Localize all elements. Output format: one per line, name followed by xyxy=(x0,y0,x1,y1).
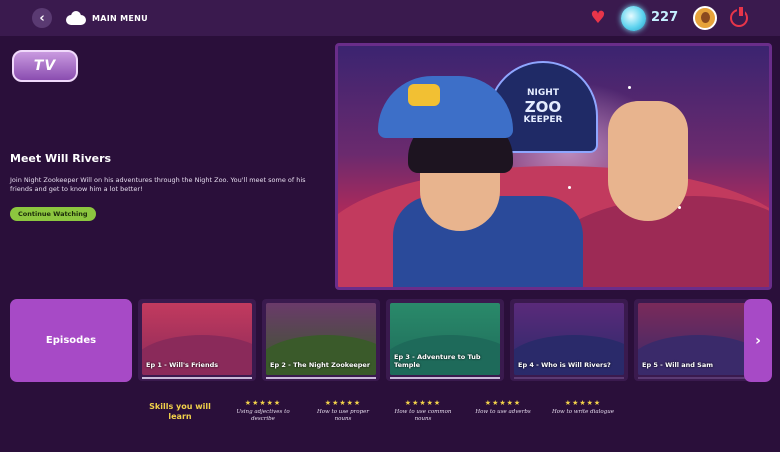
skill-label: How to use proper nouns xyxy=(316,409,370,422)
episode-progress xyxy=(638,377,748,379)
continue-watching-button[interactable]: Continue Watching xyxy=(10,207,96,221)
skill-item: ★★★★★ Using adjectives to describe xyxy=(230,399,296,423)
skill-item: ★★★★★ How to use common nouns xyxy=(390,399,456,423)
episode-progress xyxy=(266,377,376,379)
show-logo-line: KEEPER xyxy=(523,115,563,125)
skill-label: How to write dialogue xyxy=(551,409,615,415)
sparkle xyxy=(568,186,571,189)
episode-progress xyxy=(142,377,252,379)
episode-card[interactable]: Ep 3 - Adventure to Tub Temple xyxy=(386,299,504,381)
episode-label: Ep 1 - Will's Friends xyxy=(146,361,219,369)
heart-icon[interactable]: ♥ xyxy=(589,9,607,27)
skill-label: How to use adverbs xyxy=(475,409,531,415)
cloud-icon xyxy=(66,11,86,25)
back-button[interactable]: ‹ xyxy=(32,8,52,28)
main-menu-button[interactable]: MAIN MENU xyxy=(66,9,148,27)
star-rating: ★★★★★ xyxy=(484,399,522,407)
top-bar: ‹ MAIN MENU ♥ 227 xyxy=(0,0,780,36)
star-rating: ★★★★★ xyxy=(324,399,362,407)
episode-progress-fill xyxy=(266,377,376,379)
episode-progress xyxy=(514,377,624,379)
chevron-right-icon: › xyxy=(755,332,761,349)
episode-label: Ep 4 - Who is Will Rivers? xyxy=(518,361,611,369)
character-hand xyxy=(608,101,688,221)
skill-item: ★★★★★ How to use adverbs xyxy=(470,399,536,416)
skill-label: How to use common nouns xyxy=(394,409,452,422)
power-icon[interactable] xyxy=(730,7,748,27)
episode-card[interactable]: Ep 4 - Who is Will Rivers? xyxy=(510,299,628,381)
episode-progress-fill xyxy=(142,377,252,379)
gem-icon xyxy=(621,6,646,31)
hero-title: Meet Will Rivers xyxy=(10,152,112,165)
sparkle xyxy=(628,86,631,89)
star-rating: ★★★★★ xyxy=(564,399,602,407)
episode-label: Ep 3 - Adventure to Tub Temple xyxy=(394,353,481,369)
skills-title: Skills you will learn xyxy=(149,402,211,421)
episode-label: Ep 2 - The Night Zookeeper xyxy=(270,361,371,369)
star-rating: ★★★★★ xyxy=(244,399,282,407)
skill-item: ★★★★★ How to write dialogue xyxy=(550,399,616,416)
hero-image[interactable]: NIGHT ZOO KEEPER xyxy=(335,43,772,290)
episode-progress-fill xyxy=(390,377,500,379)
main-menu-label: MAIN MENU xyxy=(92,13,148,23)
chevron-left-icon: ‹ xyxy=(39,10,45,26)
episode-thumbnail-hill xyxy=(266,335,376,375)
tv-logo: TV xyxy=(12,50,78,82)
skill-item: ★★★★★ How to use proper nouns xyxy=(310,399,376,423)
episode-thumbnail-hill xyxy=(142,335,252,375)
hero-description: Join Night Zookeeper Will on his adventu… xyxy=(10,176,306,193)
episode-thumbnail-hill xyxy=(514,335,624,375)
coin-count: 227 xyxy=(651,10,679,25)
star-rating: ★★★★★ xyxy=(404,399,442,407)
episode-card[interactable]: Ep 2 - The Night Zookeeper xyxy=(262,299,380,381)
episode-card[interactable]: Ep 1 - Will's Friends xyxy=(138,299,256,381)
skill-label: Using adjectives to describe xyxy=(236,409,290,422)
episode-label: Ep 5 - Will and Sam xyxy=(642,361,713,369)
episode-thumbnail-hill xyxy=(638,335,748,375)
cap-badge xyxy=(408,84,440,106)
avatar[interactable] xyxy=(693,6,717,30)
episode-card[interactable]: Ep 5 - Will and Sam xyxy=(634,299,752,381)
show-logo-line: ZOO xyxy=(524,98,562,116)
episodes-button[interactable]: Episodes xyxy=(10,299,132,382)
episode-progress xyxy=(390,377,500,379)
next-episodes-button[interactable]: › xyxy=(744,299,772,382)
